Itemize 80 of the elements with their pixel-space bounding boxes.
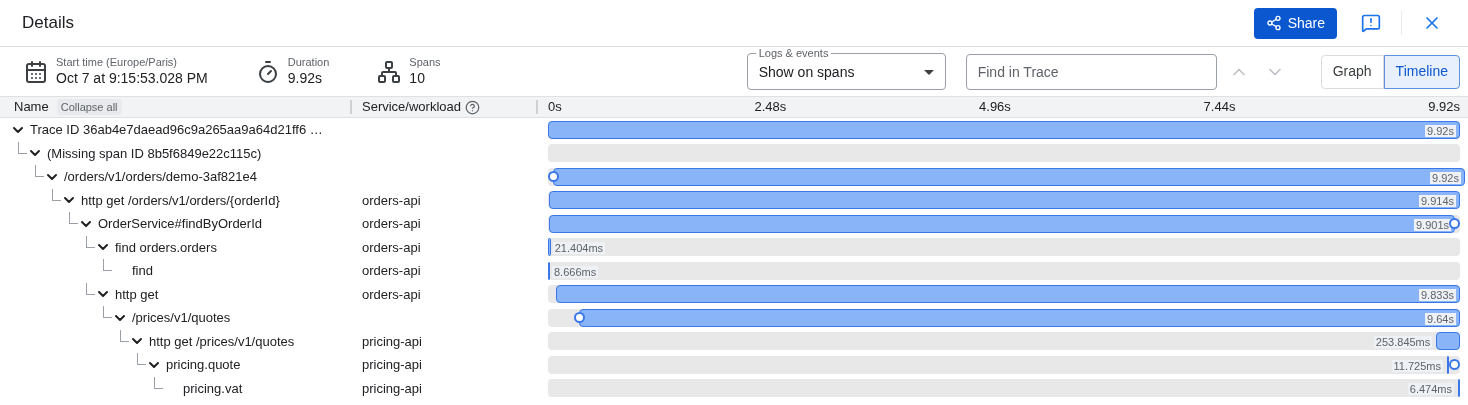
duration-label: 21.404ms — [552, 242, 606, 255]
span-name[interactable]: pricing.quote — [166, 355, 241, 375]
tree-connector — [103, 259, 112, 271]
service-name: pricing-api — [362, 380, 422, 396]
tree-connector — [86, 282, 95, 295]
tree-connector — [52, 188, 61, 201]
duration-label: 9.64s — [1425, 312, 1456, 325]
span-name[interactable]: OrderService#findByOrderId — [98, 214, 262, 234]
panel-title: Details — [22, 12, 75, 35]
duration-label: 9.92s — [1430, 171, 1461, 184]
span-name[interactable]: http get — [115, 284, 159, 304]
span-bar[interactable] — [1436, 332, 1460, 351]
duration-label: 11.725ms — [1391, 359, 1443, 372]
span-name[interactable]: pricing.vat — [183, 378, 243, 398]
summary-value: Oct 7 at 9:15:53.028 PM — [56, 69, 208, 88]
find-field[interactable]: Find in Trace — [965, 53, 1217, 90]
axis-tick-label: 4.96s — [979, 98, 1011, 117]
calendar-icon — [24, 59, 48, 84]
event-marker — [1449, 359, 1460, 371]
duration-label: 253.845ms — [1373, 336, 1433, 349]
span-name[interactable]: /prices/v1/quotes — [132, 308, 231, 328]
hierarchy-icon — [377, 59, 402, 84]
collapse-all-button[interactable]: Collapse all — [56, 99, 122, 115]
share-icon — [1265, 15, 1282, 31]
duration-label: 9.901s — [1413, 218, 1451, 231]
select-value: Show on spans — [758, 63, 856, 82]
summary-value: 10 — [409, 69, 426, 88]
summary-label: Spans — [409, 55, 441, 70]
tree-connector — [69, 212, 78, 224]
service-name: pricing-api — [362, 333, 422, 349]
duration-label: 8.666ms — [552, 265, 599, 278]
span-bar[interactable]: 9.92s — [548, 120, 1460, 139]
service-column-header: Service/workload — [362, 98, 461, 117]
span-bar[interactable]: 9.64s — [579, 308, 1460, 327]
service-name: orders-api — [362, 263, 421, 278]
axis-tick-label: 7.44s — [1203, 98, 1236, 117]
summary-label: Start time (Europe/Paris) — [56, 55, 179, 70]
tree-connector — [86, 235, 95, 248]
span-name[interactable]: http get /prices/v1/quotes — [149, 331, 295, 351]
service-name: pricing-api — [362, 357, 422, 372]
span-bar[interactable]: 9.92s — [553, 167, 1465, 186]
span-name[interactable]: Trace ID 36ab4e7daead96c9a265aa9a64d21ff6 … — [30, 120, 323, 140]
axis-tick-label: 0s — [548, 98, 562, 117]
logs-events-select[interactable]: Logs & events Show on spans — [746, 47, 946, 90]
tree-connector — [120, 329, 129, 342]
span-name[interactable]: http get /orders/v1/orders/{orderId} — [81, 190, 280, 210]
help-icon[interactable] — [465, 99, 480, 115]
feedback-icon[interactable] — [1361, 13, 1381, 33]
service-name: orders-api — [362, 216, 421, 231]
name-column-header: Name — [14, 98, 49, 117]
span-bar[interactable] — [548, 238, 551, 257]
span-bar[interactable]: 9.901s — [549, 214, 1455, 233]
axis-tick-label: 9.92s — [1428, 98, 1460, 117]
span-name[interactable]: find — [132, 261, 153, 281]
axis-tick-label: 2.48s — [754, 98, 787, 117]
service-name: orders-api — [362, 239, 421, 255]
summary-label: Duration — [287, 55, 330, 70]
tree-connector — [137, 353, 146, 365]
span-name[interactable]: /orders/v1/orders/demo-3af821e4 — [64, 167, 257, 187]
summary-value: 9.92s — [287, 69, 323, 88]
tree-connector — [18, 141, 27, 154]
span-bar[interactable]: 9.914s — [548, 191, 1460, 210]
view-toggle-tab[interactable]: Graph — [1320, 54, 1384, 89]
select-label: Logs & events — [757, 47, 830, 59]
span-name[interactable]: (Missing span ID 8b5f6849e22c115c) — [47, 143, 262, 163]
span-bar[interactable]: 9.833s — [556, 285, 1460, 304]
view-toggle-tab[interactable]: Timeline — [1383, 54, 1460, 89]
tree-connector — [103, 306, 112, 318]
duration-label: 9.92s — [1425, 124, 1456, 137]
dropdown-caret-icon — [923, 70, 934, 75]
duration-label: 9.914s — [1418, 195, 1456, 208]
share-button[interactable]: Share — [1253, 7, 1337, 39]
duration-label: 9.833s — [1418, 289, 1456, 302]
duration-label: 6.474ms — [1407, 383, 1454, 396]
service-name: orders-api — [362, 286, 421, 302]
tree-connector — [35, 165, 44, 177]
event-marker — [1449, 218, 1460, 230]
service-name: orders-api — [362, 192, 421, 208]
tree-connector — [154, 376, 163, 389]
span-name[interactable]: find orders.orders — [115, 237, 217, 257]
